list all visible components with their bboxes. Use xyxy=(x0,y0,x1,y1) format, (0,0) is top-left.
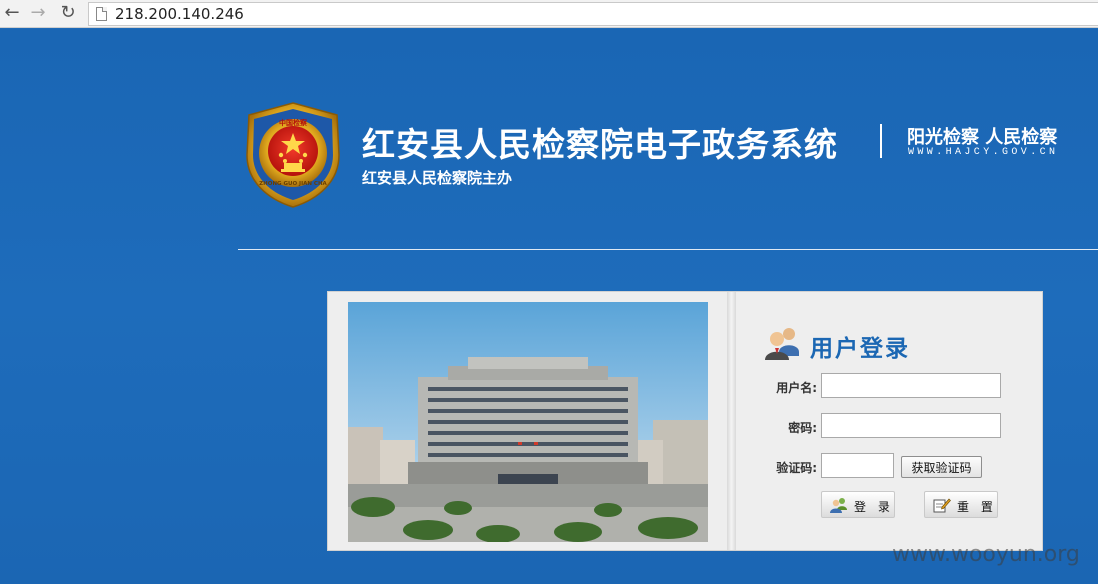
login-title: 用户登录 xyxy=(810,336,910,362)
reload-icon[interactable]: ↻ xyxy=(58,3,78,23)
header-slogan: 阳光检察 人民检察 xyxy=(907,127,1058,148)
forward-arrow-icon[interactable]: → xyxy=(28,3,48,23)
emblem-text-top: 中国检察 xyxy=(279,118,308,127)
get-captcha-button[interactable]: 获取验证码 xyxy=(901,456,982,478)
captcha-label: 验证码: xyxy=(776,461,817,475)
header-slogan-url: WWW.HAJCY.GOV.CN xyxy=(908,147,1059,158)
username-input[interactable] xyxy=(821,373,1001,398)
building-photo xyxy=(348,302,708,542)
password-label: 密码: xyxy=(788,421,817,435)
password-input[interactable] xyxy=(821,413,1001,438)
users-icon xyxy=(830,498,847,513)
edit-icon xyxy=(933,498,951,513)
reset-button-label: 重 置 xyxy=(957,500,997,514)
header-rule xyxy=(238,249,1098,250)
reset-button[interactable]: 重 置 xyxy=(924,491,998,518)
page-icon xyxy=(96,7,107,21)
watermark: www.wooyun.org xyxy=(892,542,1080,567)
login-button-label: 登 录 xyxy=(854,500,894,514)
url-text[interactable]: 218.200.140.246 xyxy=(115,5,244,23)
site-subtitle: 红安县人民检察院主办 xyxy=(362,169,513,187)
header-divider xyxy=(880,124,882,158)
login-button[interactable]: 登 录 xyxy=(821,491,895,518)
address-bar[interactable]: 218.200.140.246 xyxy=(88,2,1098,26)
back-arrow-icon[interactable]: ← xyxy=(2,3,22,23)
procuratorate-emblem-icon: 中国检察 ZHONG GUO JIAN CHA xyxy=(246,102,340,208)
page-body: 中国检察 ZHONG GUO JIAN CHA 红安县人民检察院电子政务系统 红… xyxy=(0,29,1098,584)
captcha-input[interactable] xyxy=(821,453,894,478)
users-icon xyxy=(765,328,799,360)
emblem-text-bottom: ZHONG GUO JIAN CHA xyxy=(259,181,327,187)
username-label: 用户名: xyxy=(776,381,817,395)
panel-separator xyxy=(727,292,736,550)
login-panel: 用户登录 用户名: 密码: 验证码: 获取验证码 登 录 重 置 xyxy=(327,291,1043,551)
site-title: 红安县人民检察院电子政务系统 xyxy=(362,125,838,164)
browser-toolbar: ← → ↻ 218.200.140.246 xyxy=(0,0,1098,28)
